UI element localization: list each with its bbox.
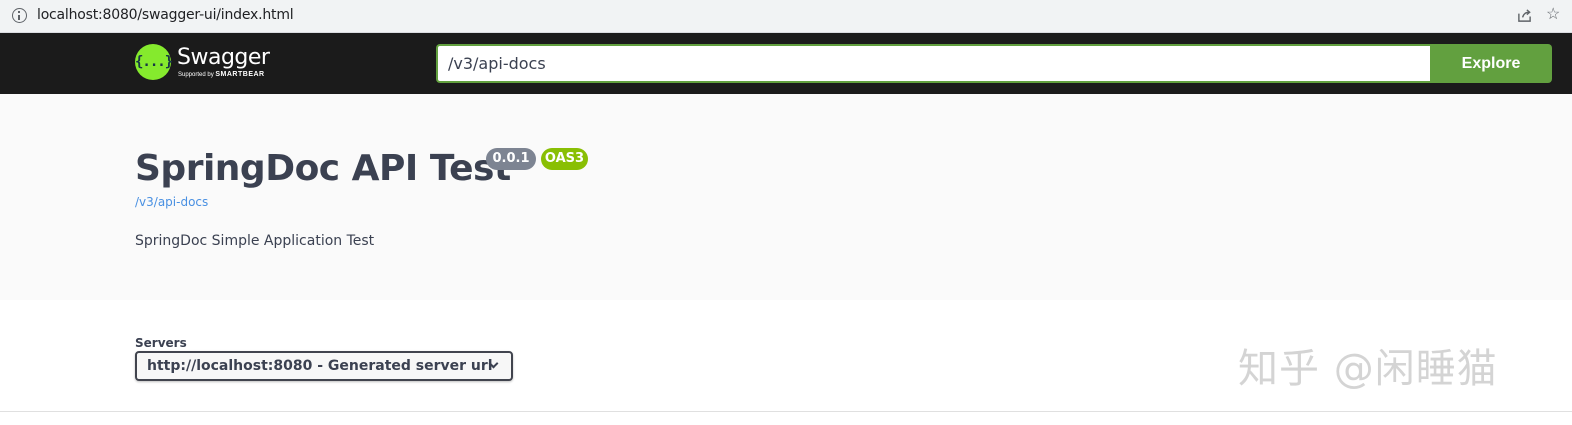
- swagger-topbar: {...} Swagger Supported by SMARTBEAR Exp…: [0, 33, 1572, 94]
- section-divider: [0, 411, 1572, 412]
- servers-select[interactable]: http://localhost:8080 - Generated server…: [135, 351, 513, 381]
- address-url[interactable]: localhost:8080/swagger-ui/index.html: [37, 7, 294, 23]
- share-icon[interactable]: [1517, 8, 1532, 23]
- brand-name: Swagger: [177, 45, 270, 70]
- servers-label: Servers: [135, 336, 187, 350]
- watermark: 知乎 @闲睡猫: [1238, 346, 1498, 392]
- version-badge: 0.0.1: [486, 148, 536, 170]
- star-icon[interactable]: ☆: [1546, 6, 1560, 24]
- browser-address-bar: localhost:8080/swagger-ui/index.html ☆: [0, 0, 1572, 33]
- supported-by-text: Supported by: [178, 72, 214, 78]
- info-icon[interactable]: [12, 8, 27, 23]
- swagger-logo-icon: {...}: [135, 44, 173, 80]
- api-info-section: SpringDoc API Test 0.0.1 OAS3 /v3/api-do…: [0, 94, 1572, 300]
- api-description: SpringDoc Simple Application Test: [135, 233, 375, 249]
- api-title: SpringDoc API Test: [135, 148, 511, 189]
- explore-button[interactable]: Explore: [1430, 44, 1552, 83]
- supported-by: Supported by SMARTBEAR: [178, 71, 265, 78]
- oas-badge: OAS3: [541, 148, 588, 170]
- api-docs-link[interactable]: /v3/api-docs: [135, 195, 208, 209]
- swagger-logo[interactable]: {...} Swagger Supported by SMARTBEAR: [135, 43, 285, 83]
- servers-selected-value: http://localhost:8080 - Generated server…: [147, 358, 493, 374]
- spec-url-input[interactable]: [436, 44, 1430, 83]
- smartbear-text: SMARTBEAR: [215, 71, 265, 78]
